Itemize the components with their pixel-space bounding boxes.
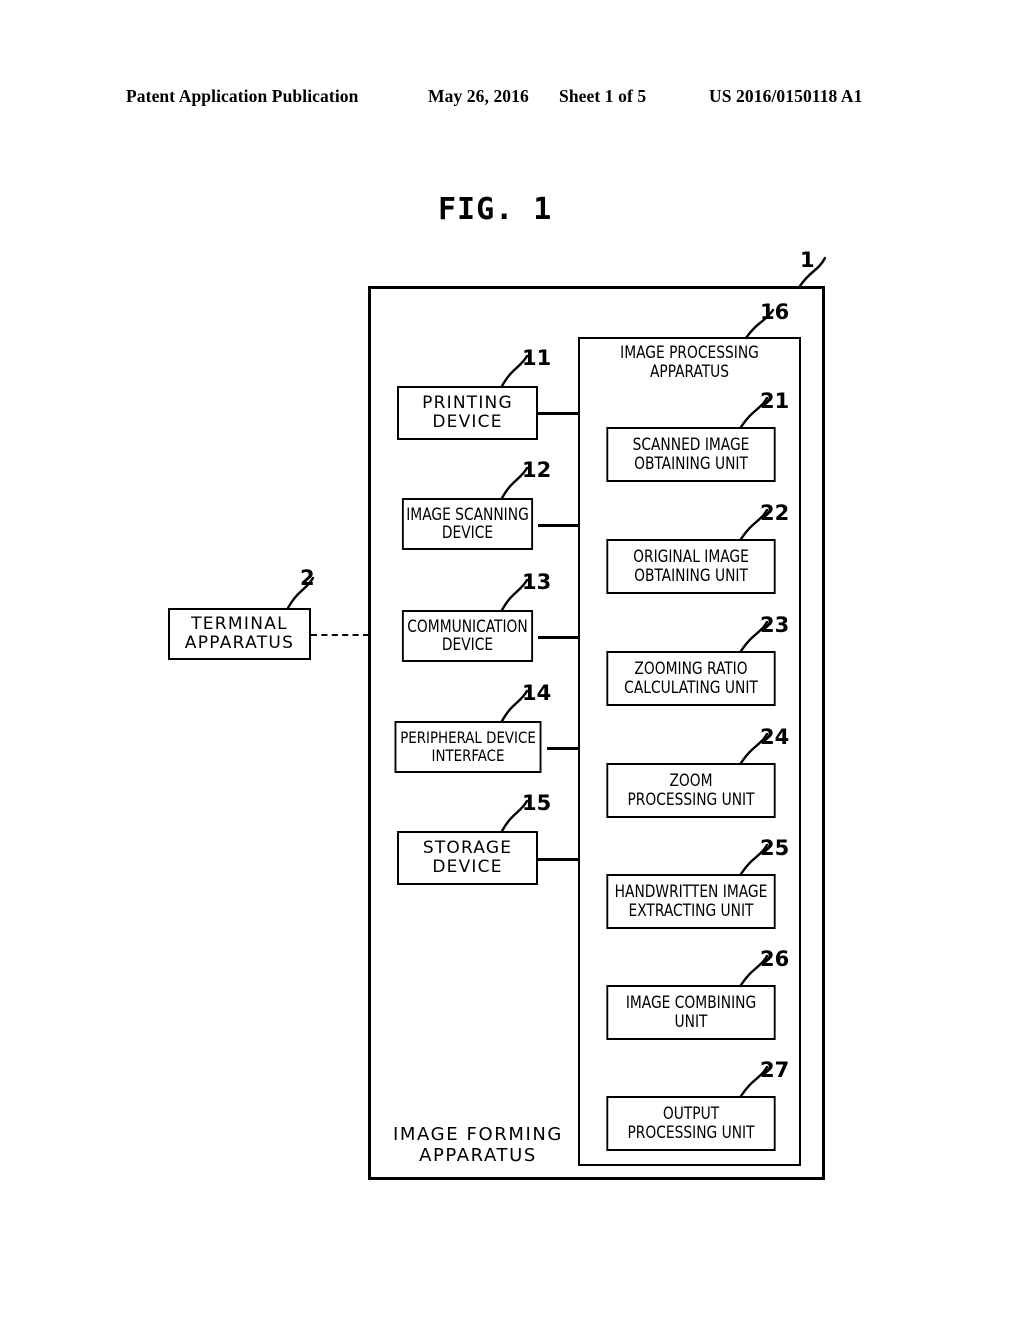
- image-scanning-device-box: IMAGE SCANNING DEVICE: [401, 498, 534, 550]
- output-processing-unit-box: OUTPUT PROCESSING UNIT: [606, 1096, 776, 1151]
- ref-numeral-13: 13: [522, 570, 552, 594]
- ref-numeral-23: 23: [760, 613, 790, 637]
- ref-numeral-21: 21: [760, 389, 790, 413]
- ref-numeral-22: 22: [760, 501, 790, 525]
- ref-numeral-26: 26: [760, 947, 790, 971]
- ref-numeral-14: 14: [522, 681, 552, 705]
- ref-numeral-12: 12: [522, 458, 552, 482]
- zooming-ratio-calculating-unit-box: ZOOMING RATIO CALCULATING UNIT: [606, 651, 776, 706]
- ref-numeral-27: 27: [760, 1058, 790, 1082]
- connector-peripheral-device-interface: [547, 747, 580, 750]
- original-image-obtaining-unit-box: ORIGINAL IMAGE OBTAINING UNIT: [606, 539, 776, 594]
- peripheral-device-interface-box: PERIPHERAL DEVICE INTERFACE: [394, 721, 542, 773]
- ref-numeral-2: 2: [300, 566, 315, 590]
- image-processing-apparatus-label: IMAGE PROCESSING APPARATUS: [620, 343, 759, 381]
- connector-printing-device: [538, 412, 580, 415]
- ref-numeral-16: 16: [760, 300, 790, 324]
- storage-device-box: STORAGE DEVICE: [397, 831, 538, 885]
- header-sheet-number: Sheet 1 of 5: [559, 86, 647, 106]
- ref-numeral-11: 11: [522, 346, 552, 370]
- ref-numeral-24: 24: [760, 725, 790, 749]
- header-date: May 26, 2016: [428, 86, 529, 106]
- handwritten-image-extracting-unit-box: HANDWRITTEN IMAGE EXTRACTING UNIT: [606, 874, 776, 929]
- printing-device-box: PRINTING DEVICE: [397, 386, 538, 440]
- ref-numeral-25: 25: [760, 836, 790, 860]
- page-header: Patent Application Publication May 26, 2…: [0, 86, 1024, 112]
- communication-device-box: COMMUNICATION DEVICE: [401, 610, 534, 662]
- header-publication-type: Patent Application Publication: [126, 86, 359, 106]
- connector-storage-device: [538, 858, 580, 861]
- scanned-image-obtaining-unit-box: SCANNED IMAGE OBTAINING UNIT: [606, 427, 776, 482]
- figure-title: FIG. 1: [438, 192, 553, 227]
- connector-image-scanning-device: [538, 524, 580, 527]
- connector-communication-device: [538, 636, 580, 639]
- zoom-processing-unit-box: ZOOM PROCESSING UNIT: [606, 763, 776, 818]
- terminal-apparatus-box: TERMINAL APPARATUS: [168, 608, 311, 660]
- image-combining-unit-box: IMAGE COMBINING UNIT: [606, 985, 776, 1040]
- ref-numeral-15: 15: [522, 791, 552, 815]
- terminal-connection-dashed-line: [311, 634, 369, 636]
- header-publication-number: US 2016/0150118 A1: [709, 86, 863, 106]
- image-forming-apparatus-label: IMAGE FORMING APPARATUS: [393, 1124, 563, 1166]
- ref-numeral-1: 1: [800, 248, 815, 272]
